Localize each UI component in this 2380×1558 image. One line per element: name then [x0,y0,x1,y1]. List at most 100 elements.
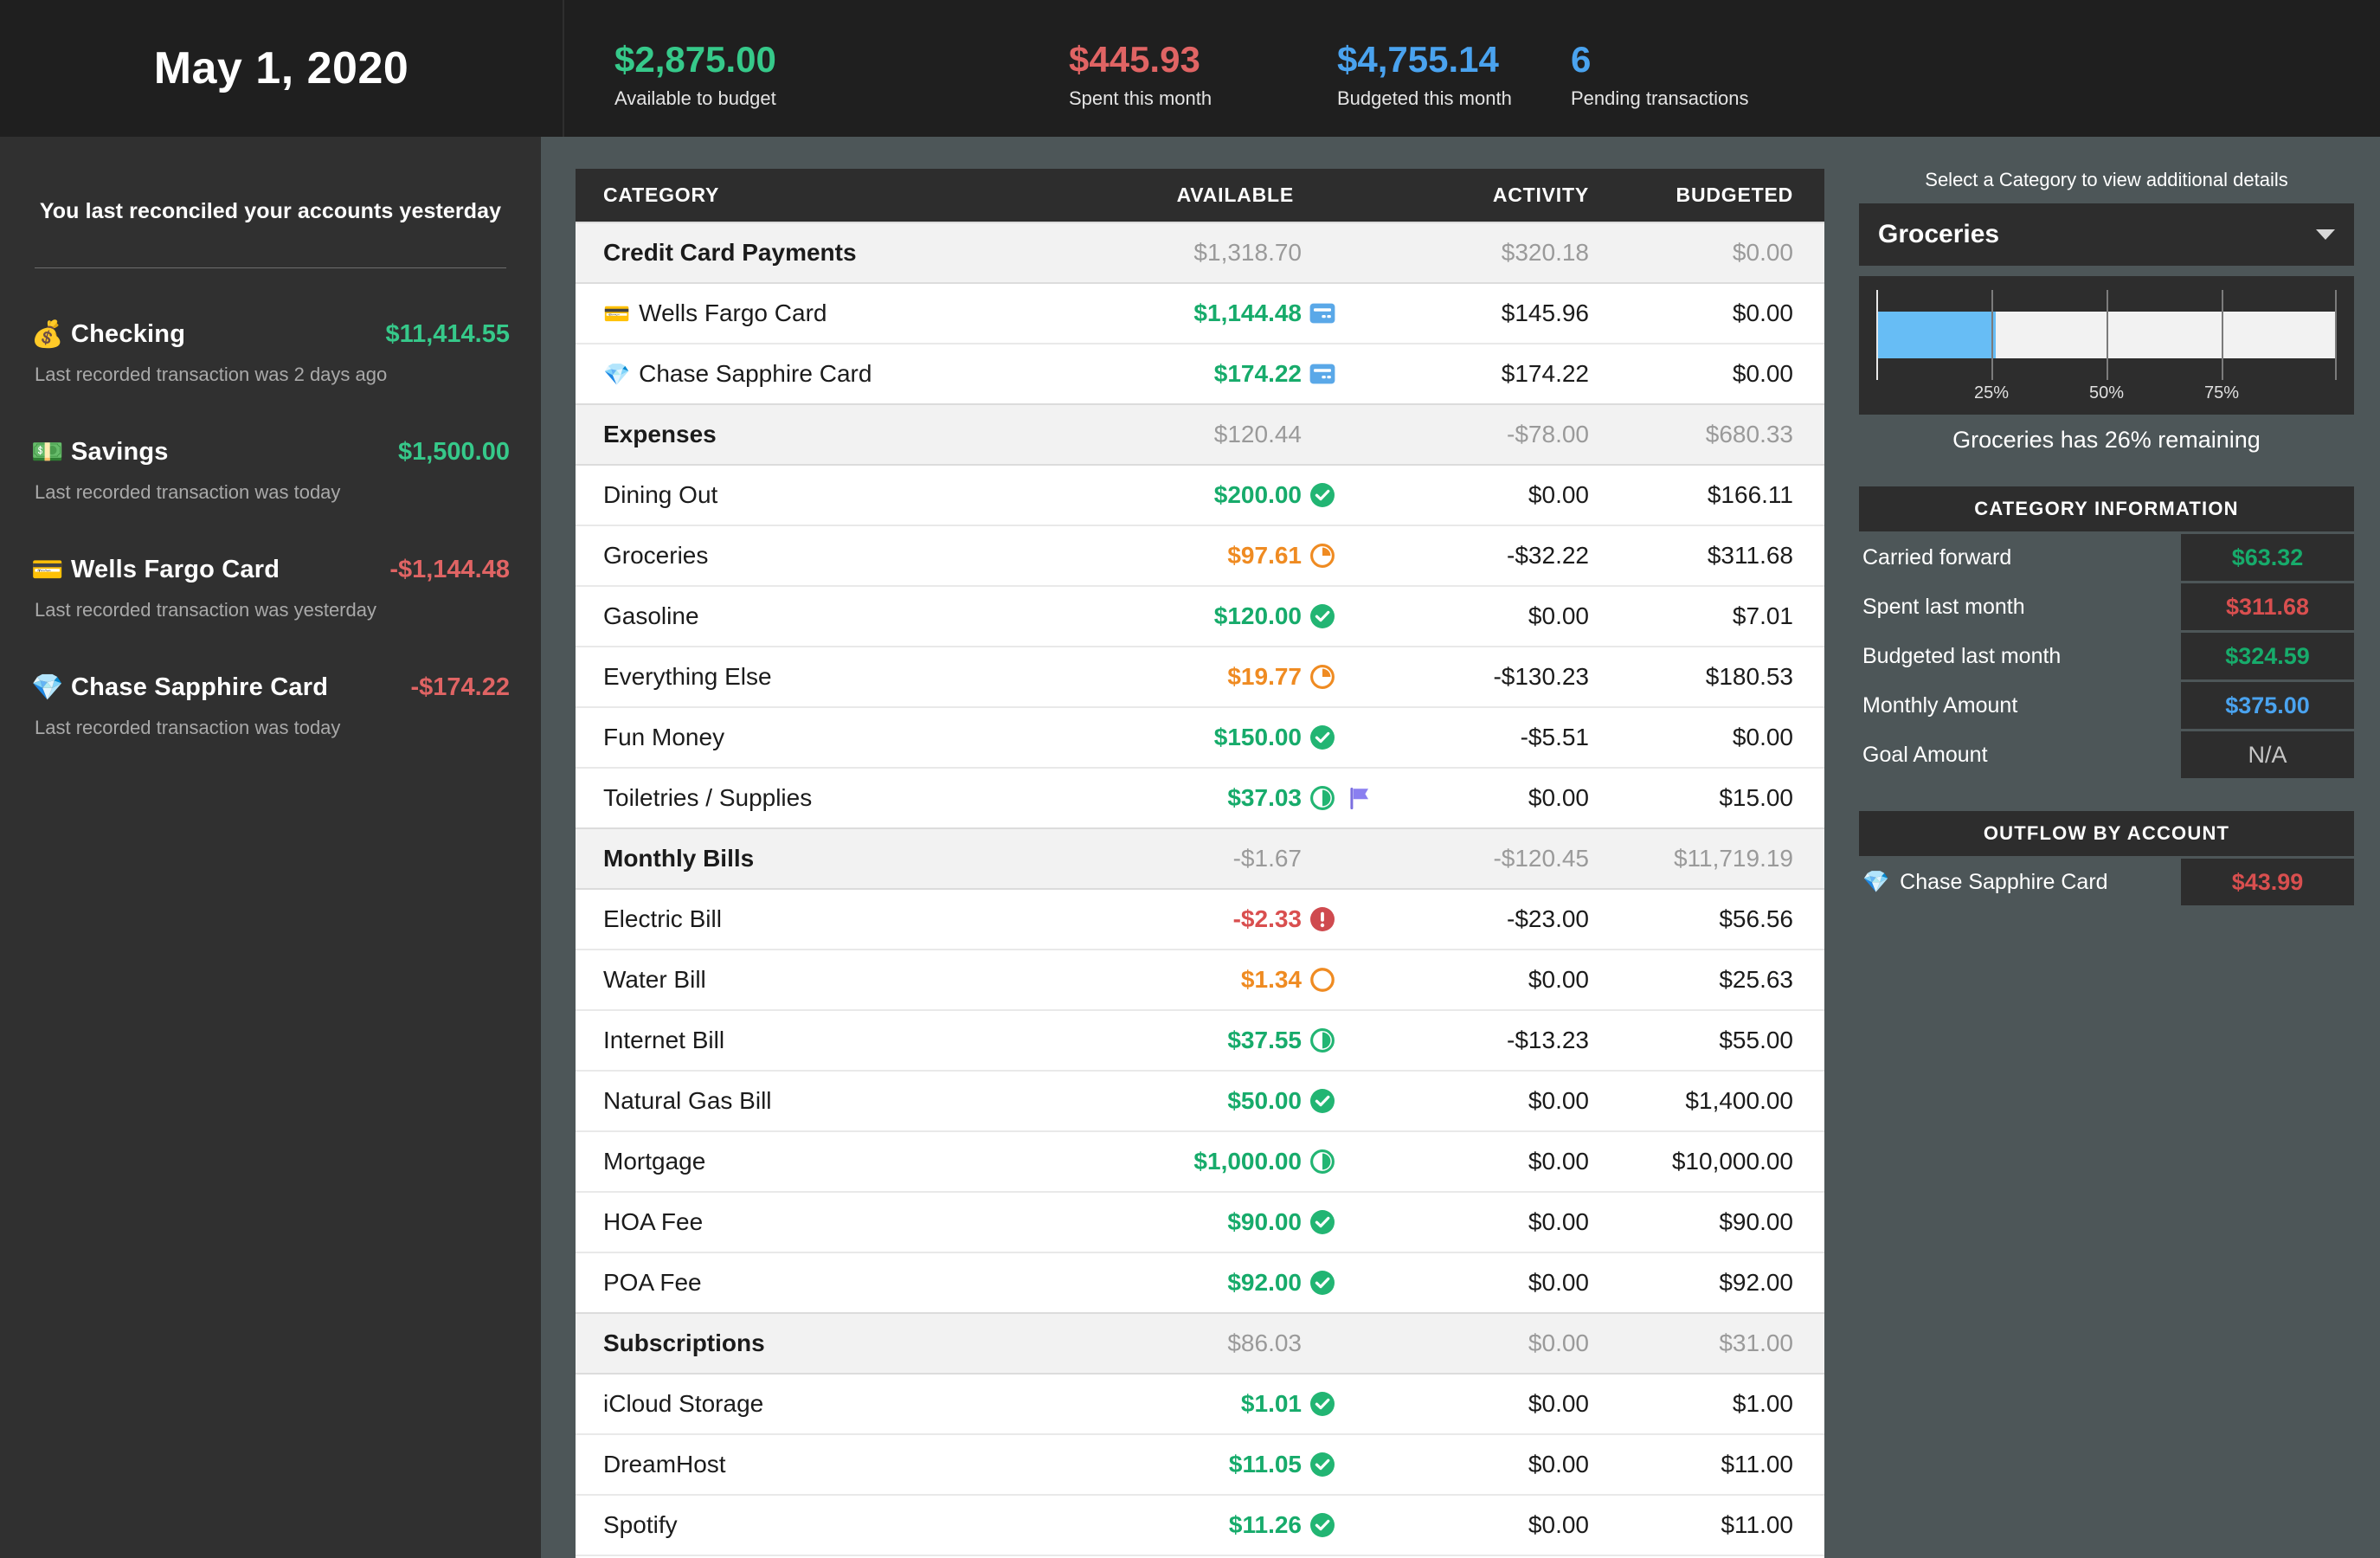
status-badge[interactable] [1302,664,1343,690]
cell-budgeted[interactable]: $680.33 [1617,403,1824,465]
table-row[interactable]: POA Fee $92.00 $0.00 $92.00 [576,1252,1824,1313]
cell-budgeted[interactable]: $11.00 [1617,1494,1824,1555]
table-row[interactable]: Water Bill $1.34 $0.00 $25.63 [576,949,1824,1010]
account-item[interactable]: 💰 Checking $11,414.55 Last recorded transac… [31,320,510,386]
cell-available[interactable]: $11.05 [1103,1433,1402,1495]
account-item[interactable]: 💳 Wells Fargo Card -$1,144.48 Last recorded… [31,556,510,621]
cell-activity[interactable]: $174.22 [1402,343,1617,404]
status-badge[interactable] [1302,1088,1343,1114]
category-select[interactable]: Groceries [1859,203,2354,266]
status-badge[interactable] [1302,906,1343,932]
cell-activity[interactable]: $0.00 [1402,1373,1617,1434]
table-row[interactable]: Dining Out $200.00 $0.00 $166.11 [576,464,1824,525]
table-row[interactable]: HOA Fee $90.00 $0.00 $90.00 [576,1191,1824,1252]
table-row[interactable]: Toiletries / Supplies $37.03 $0.00 $15.00 [576,767,1824,828]
cell-budgeted[interactable]: $15.00 [1617,767,1824,828]
cell-activity[interactable]: -$78.00 [1402,403,1617,465]
status-badge[interactable] [1302,1149,1343,1175]
cell-budgeted[interactable]: $311.68 [1617,525,1824,586]
cell-available[interactable]: $97.61 [1103,525,1402,586]
cell-activity[interactable]: -$32.22 [1402,525,1617,586]
cell-budgeted[interactable]: $11.00 [1617,1433,1824,1495]
cell-budgeted[interactable]: $90.00 [1617,1191,1824,1252]
cell-available[interactable]: $1.01 [1103,1373,1402,1434]
cell-available[interactable]: $120.00 [1103,585,1402,647]
status-badge[interactable] [1302,724,1343,750]
table-row[interactable]: Spotify $11.26 $0.00 $11.00 [576,1494,1824,1555]
table-row[interactable]: Groceries $97.61 -$32.22 $311.68 [576,525,1824,586]
cell-available[interactable]: $92.00 [1103,1252,1402,1313]
cell-activity[interactable]: -$23.00 [1402,888,1617,950]
cell-budgeted[interactable]: $56.56 [1617,888,1824,950]
cell-activity[interactable]: $145.96 [1402,282,1617,344]
column-header-category[interactable]: CATEGORY [576,169,1103,222]
table-row[interactable]: Gasoline $120.00 $0.00 $7.01 [576,585,1824,647]
cell-activity[interactable]: $0.00 [1402,1494,1617,1555]
status-badge[interactable] [1302,1027,1343,1053]
cell-budgeted[interactable]: $0.00 [1617,343,1824,404]
status-badge[interactable] [1302,1512,1343,1538]
cell-available[interactable]: $1.34 [1103,949,1402,1010]
cell-activity[interactable]: -$13.23 [1402,1009,1617,1071]
cell-available[interactable]: -$1.67 [1103,827,1402,889]
cell-available[interactable]: $50.00 [1103,1070,1402,1131]
status-badge[interactable] [1302,364,1343,384]
status-badge[interactable] [1302,967,1343,993]
column-header-budgeted[interactable]: BUDGETED [1617,169,1824,222]
status-badge[interactable] [1302,1270,1343,1296]
table-row[interactable]: Internet Bill $37.55 -$13.23 $55.00 [576,1009,1824,1071]
cell-available[interactable]: $1,144.48 [1103,282,1402,344]
table-row[interactable]: Natural Gas Bill $50.00 $0.00 $1,400.00 [576,1070,1824,1131]
cell-available[interactable]: $200.00 [1103,464,1402,525]
cell-available[interactable]: -$2.33 [1103,888,1402,950]
column-header-available[interactable]: AVAILABLE [1103,169,1402,222]
cell-budgeted[interactable]: $180.53 [1617,646,1824,707]
cell-available[interactable]: $37.03 [1103,767,1402,828]
cell-activity[interactable]: $320.18 [1402,222,1617,283]
cell-budgeted[interactable]: $7.01 [1617,585,1824,647]
status-badge[interactable] [1302,1209,1343,1235]
cell-activity[interactable]: $0.00 [1402,949,1617,1010]
cell-activity[interactable]: -$5.51 [1402,706,1617,768]
cell-budgeted[interactable]: $10,000.00 [1617,1130,1824,1192]
status-badge[interactable] [1302,543,1343,569]
cell-budgeted[interactable]: $1.00 [1617,1373,1824,1434]
table-row[interactable]: DreamHost $11.05 $0.00 $11.00 [576,1433,1824,1495]
cell-budgeted[interactable]: $92.00 [1617,1252,1824,1313]
table-row[interactable]: Mortgage $1,000.00 $0.00 $10,000.00 [576,1130,1824,1192]
table-group-row[interactable]: Credit Card Payments $1,318.70 $320.18 $0.0… [576,222,1824,283]
cell-activity[interactable]: $0.00 [1402,767,1617,828]
cell-budgeted[interactable]: $25.63 [1617,949,1824,1010]
cell-activity[interactable]: $0.00 [1402,1312,1617,1374]
cell-budgeted[interactable]: $11,719.19 [1617,827,1824,889]
status-badge[interactable] [1302,303,1343,324]
cell-activity[interactable]: $0.00 [1402,585,1617,647]
cell-activity[interactable]: $0.00 [1402,1252,1617,1313]
flag-slot[interactable] [1343,786,1383,810]
account-item[interactable]: 💎 Chase Sapphire Card -$174.22 Last recorde… [31,673,510,739]
column-header-activity[interactable]: ACTIVITY [1402,169,1617,222]
cell-activity[interactable]: -$120.45 [1402,827,1617,889]
status-badge[interactable] [1302,1452,1343,1478]
table-row[interactable]: 💳 Wells Fargo Card $1,144.48 $145.96 $0.00 [576,282,1824,344]
table-row[interactable]: iCloud Storage $1.01 $0.00 $1.00 [576,1373,1824,1434]
cell-available[interactable]: $86.03 [1103,1312,1402,1374]
table-group-row[interactable]: Subscriptions $86.03 $0.00 $31.00 [576,1312,1824,1374]
cell-budgeted[interactable]: $31.00 [1617,1312,1824,1374]
cell-budgeted[interactable]: $0.00 [1617,222,1824,283]
cell-budgeted[interactable]: $166.11 [1617,464,1824,525]
status-badge[interactable] [1302,482,1343,508]
cell-activity[interactable]: $0.00 [1402,1070,1617,1131]
account-item[interactable]: 💵 Savings $1,500.00 Last recorded transacti… [31,438,510,504]
cell-budgeted[interactable]: $0.00 [1617,282,1824,344]
cell-budgeted[interactable]: $0.00 [1617,706,1824,768]
cell-activity[interactable]: $0.00 [1402,1433,1617,1495]
cell-activity[interactable]: $0.00 [1402,464,1617,525]
cell-available[interactable]: $1,318.70 [1103,222,1402,283]
table-row[interactable]: Electric Bill -$2.33 -$23.00 $56.56 [576,888,1824,950]
table-row[interactable]: 💎 Chase Sapphire Card $174.22 $174.22 $0.00 [576,343,1824,404]
cell-available[interactable]: $150.00 [1103,706,1402,768]
cell-activity[interactable]: $0.00 [1402,1130,1617,1192]
cell-available[interactable]: $120.44 [1103,403,1402,465]
status-badge[interactable] [1302,785,1343,811]
